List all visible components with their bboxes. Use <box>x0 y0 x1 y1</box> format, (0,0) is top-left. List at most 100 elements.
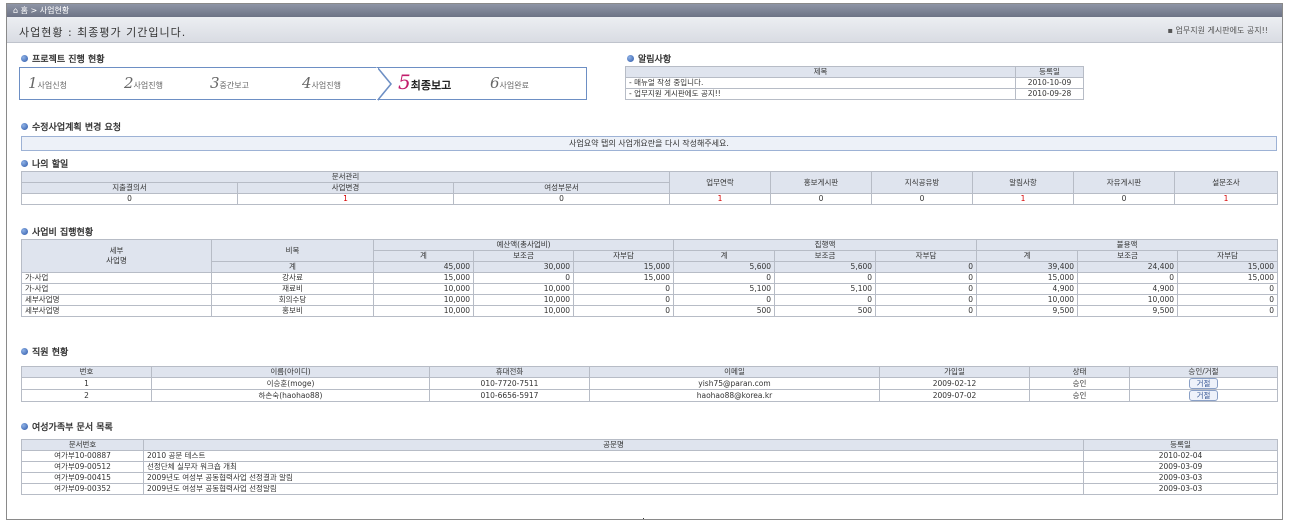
step-number: 4 <box>302 74 312 92</box>
cell-value: 15,000 <box>976 272 1079 284</box>
total-cell: 24,400 <box>1077 261 1179 273</box>
cell-value: 0 <box>1077 272 1179 284</box>
notice-link[interactable]: ▪ 업무지원 게시판에도 공지!! <box>1168 25 1268 36</box>
cell-no: 2 <box>21 389 152 402</box>
cell-value: 0 <box>572 294 675 306</box>
todo-count[interactable]: 0 <box>452 193 671 205</box>
step-label: 사업완료 <box>499 81 529 90</box>
todo-sub-col: 여성부문서 <box>452 182 671 194</box>
cell-value: 4,900 <box>976 283 1079 295</box>
step-2: 2사업진행 <box>124 74 163 92</box>
table-row: 1 이승훈(moge) 010-7720-7511 yish75@paran.com 2… <box>21 377 1278 390</box>
cell-value: 0 <box>875 272 978 284</box>
col-status: 상태 <box>1029 366 1130 378</box>
total-cell: 5,600 <box>673 261 776 273</box>
budget-heading-label: 사업비 집행현황 <box>32 228 94 238</box>
todo-count[interactable]: 1 <box>669 193 772 205</box>
cell-value: 0 <box>572 305 675 317</box>
table-row[interactable]: 여가부09-00352 2009년도 여성부 공동협력사업 선정알림 2009-03… <box>21 483 1278 495</box>
text-cursor <box>643 518 644 519</box>
todo-count[interactable]: 0 <box>770 193 873 205</box>
bullet-icon <box>21 123 28 130</box>
step-4: 4사업진행 <box>302 74 341 92</box>
todo-count[interactable]: 1 <box>237 193 454 205</box>
todo-col: 지식공유방 <box>871 171 974 194</box>
col-doc-date: 등록일 <box>1083 439 1278 451</box>
notices-heading-label: 알림사항 <box>638 55 672 65</box>
cell-value: 15,000 <box>373 272 474 284</box>
cell-doc-no: 여가부10-00887 <box>21 450 144 462</box>
total-cell: 0 <box>875 261 978 273</box>
cell-value: 10,000 <box>1077 294 1179 306</box>
col-date: 등록일 <box>1015 66 1084 78</box>
cell-value: 0 <box>774 272 877 284</box>
cell-doc-title[interactable]: 2009년도 여성부 공동협력사업 선정결과 알림 <box>143 472 1084 484</box>
reject-button[interactable]: 거절 <box>1188 378 1219 389</box>
cell-value: 0 <box>1177 294 1279 306</box>
col-group-spent: 집행액 <box>673 239 978 251</box>
todo-count[interactable]: 1 <box>1174 193 1279 205</box>
breadcrumb-home[interactable]: 홈 <box>21 6 28 15</box>
step-number: 3 <box>210 74 220 92</box>
step-6: 6사업완료 <box>490 74 529 92</box>
cell-action: 거절 <box>1129 389 1278 402</box>
docs-heading: 여성가족부 문서 목록 <box>21 420 113 433</box>
col-no: 번호 <box>21 366 152 378</box>
col-doc-no: 문서번호 <box>21 439 144 451</box>
todo-count[interactable]: 0 <box>1073 193 1176 205</box>
progress-heading-label: 프로젝트 진행 현황 <box>32 55 105 65</box>
table-row[interactable]: 여가부09-00512 선정단체 실무자 워크숍 개최 2009-03-09 <box>21 461 1278 473</box>
table-row: 가-사업 강사료 15,000 0 15,000 0 0 0 15,000 0 15,000 <box>21 272 1279 284</box>
todo-col: 자유게시판 <box>1073 171 1176 194</box>
docs-table: 문서번호 공문명 등록일 여가부10-00887 2010 공문 테스트 2010-02… <box>21 439 1278 495</box>
table-row[interactable]: 여가부09-00415 2009년도 여성부 공동협력사업 선정결과 알림 2009… <box>21 472 1278 484</box>
cell-value: 5,100 <box>673 283 776 295</box>
main-window: ⌂ 홈 > 사업현황 사업현황 : 최종평가 기간입니다. ▪ 업무지원 게시판… <box>6 3 1283 520</box>
todo-count[interactable]: 0 <box>21 193 238 205</box>
todo-col: 알림사항 <box>972 171 1075 194</box>
step-label: 중간보고 <box>219 81 249 90</box>
notice-row[interactable]: - 업무지원 게시판에도 공지!! 2010-09-28 <box>625 88 1084 100</box>
cell-doc-date: 2009-03-09 <box>1083 461 1278 473</box>
cell-doc-title[interactable]: 2009년도 여성부 공동협력사업 선정알림 <box>143 483 1084 495</box>
step-label: 사업진행 <box>311 81 341 90</box>
todo-heading-label: 나의 할일 <box>32 160 69 170</box>
cell-value: 10,000 <box>473 283 574 295</box>
col-group-unused: 불용액 <box>976 239 1279 251</box>
staff-heading: 직원 현황 <box>21 345 68 358</box>
progress-heading: 프로젝트 진행 현황 <box>21 52 105 65</box>
col-sub: 보조금 <box>473 250 574 262</box>
table-row[interactable]: 여가부10-00887 2010 공문 테스트 2010-02-04 <box>21 450 1278 462</box>
change-request-heading: 수정사업계획 변경 요청 <box>21 120 121 133</box>
step-label: 사업진행 <box>133 81 163 90</box>
notice-title[interactable]: - 업무지원 게시판에도 공지!! <box>625 88 1016 100</box>
step-chevron-inner <box>376 67 390 101</box>
total-cell: 45,000 <box>373 261 474 273</box>
step-number: 2 <box>124 74 134 92</box>
notice-title[interactable]: - 매뉴얼 작성 중입니다. <box>625 77 1016 89</box>
todo-count[interactable]: 1 <box>972 193 1075 205</box>
cell-doc-no: 여가부09-00352 <box>21 483 144 495</box>
col-title: 제목 <box>625 66 1016 78</box>
todo-count[interactable]: 0 <box>871 193 974 205</box>
cell-value: 4,900 <box>1077 283 1179 295</box>
notice-row[interactable]: - 매뉴얼 작성 중입니다. 2010-10-09 <box>625 77 1084 89</box>
cell-value: 15,000 <box>572 272 675 284</box>
cell-joined: 2009-07-02 <box>879 389 1030 402</box>
cell-value: 10,000 <box>373 294 474 306</box>
cell-value: 10,000 <box>473 305 574 317</box>
breadcrumb-current: 사업현황 <box>39 6 70 15</box>
step-label: 사업신청 <box>37 81 67 90</box>
bullet-icon <box>627 55 634 62</box>
cell-project: 가-사업 <box>21 283 212 295</box>
cell-value: 0 <box>1177 305 1279 317</box>
step-number: 1 <box>28 74 38 92</box>
cell-value: 9,500 <box>1077 305 1179 317</box>
cell-doc-title[interactable]: 선정단체 실무자 워크숍 개최 <box>143 461 1084 473</box>
cell-value: 0 <box>473 272 574 284</box>
cell-doc-title[interactable]: 2010 공문 테스트 <box>143 450 1084 462</box>
cell-value: 500 <box>774 305 877 317</box>
col-project: 세부 사업명 <box>21 239 212 273</box>
home-icon[interactable]: ⌂ <box>13 6 18 15</box>
reject-button[interactable]: 거절 <box>1188 390 1219 401</box>
